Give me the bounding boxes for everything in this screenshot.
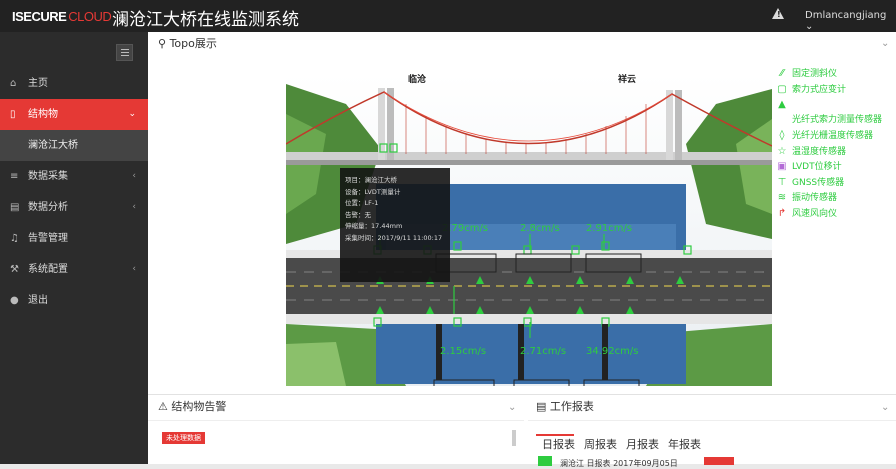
sidebar-item-alarm-management[interactable]: ♫ 告警管理: [0, 223, 148, 254]
sidebar-item-label: 结构物: [28, 109, 58, 120]
sidebar-item-label: 告警管理: [28, 233, 68, 244]
speed-reading: 2.71cm/s: [520, 346, 567, 357]
legend-item[interactable]: ☆ 温湿度传感器: [776, 144, 891, 160]
sidebar-item-home[interactable]: ⌂ 主页: [0, 68, 148, 99]
list-icon: ≡: [10, 171, 19, 182]
speed-reading: 2.8cm/s: [520, 223, 560, 234]
top-bar: ISECURE CLOUD 澜沧江大桥在线监测系统 ! Dmlancangjian…: [0, 0, 896, 32]
sidebar-item-data-analysis[interactable]: ▤ 数据分析 ‹: [0, 192, 148, 223]
chevron-left-icon: ‹: [132, 264, 136, 274]
tab-daily-report[interactable]: 日报表: [542, 436, 575, 452]
chevron-down-icon[interactable]: ⌄: [881, 402, 889, 413]
alarm-panel-divider: [148, 420, 524, 421]
tab-monthly-report[interactable]: 月报表: [626, 436, 659, 452]
file-icon: ▯: [10, 109, 16, 120]
legend-item[interactable]: ▣ LVDT位移计: [776, 159, 891, 175]
app-title: 澜沧江大桥在线监测系统: [112, 10, 299, 30]
tab-yearly-report[interactable]: 年报表: [668, 436, 701, 452]
legend-item[interactable]: ▢ 索力式应变计: [776, 82, 891, 98]
legend-item[interactable]: ≋ 振动传感器: [776, 190, 891, 206]
alarm-scrollbar[interactable]: [512, 430, 516, 446]
sidebar-subitem-lancangjiang-bridge[interactable]: 澜沧江大桥: [0, 130, 148, 161]
logo: ISECURE CLOUD: [12, 9, 112, 24]
topo-panel-title: Topo展示: [169, 37, 217, 50]
user-menu[interactable]: Dmlancangjiang ⌄: [805, 10, 896, 32]
report-panel-divider: [528, 420, 896, 421]
sidebar-item-label: 数据分析: [28, 202, 68, 213]
bridge-topo-view[interactable]: 临沧 祥云 2.79cm/s 2.8cm/s 2.91cm/s 2.15cm/s…: [286, 74, 772, 386]
chevron-left-icon: ‹: [132, 202, 136, 212]
sidebar-item-logout[interactable]: ● 退出: [0, 285, 148, 316]
home-icon: ⌂: [10, 78, 17, 89]
triangle-icon: ▲: [778, 99, 786, 110]
speed-reading: 2.15cm/s: [440, 346, 487, 357]
tooltip-line: 项目：澜沧江大桥: [345, 176, 397, 184]
tooltip-line: 设备：LVDT测量计: [345, 187, 401, 196]
report-panel-header: ▤ 工作报表: [536, 396, 594, 418]
sidebar-item-label: 系统配置: [28, 264, 68, 275]
speed-reading: 2.91cm/s: [586, 223, 633, 234]
legend-item[interactable]: 光纤式索力测量传感器: [776, 113, 891, 129]
chevron-down-icon[interactable]: ⌄: [881, 38, 889, 49]
pin-icon: ⚲: [158, 37, 167, 50]
report-row-icon: [538, 456, 552, 466]
wrench-icon: ⚒: [10, 264, 19, 275]
anemometer-icon: ↱: [777, 207, 787, 219]
strain-gauge-icon: ▢: [777, 83, 787, 95]
main-content: ⚲ Topo展示 ⌄ 临沧 祥云 2.79cm/s 2.8cm/s 2.91cm…: [148, 32, 896, 468]
alarm-panel-title: 结构物告警: [171, 400, 227, 413]
alarm-panel-header: ⚠ 结构物告警: [158, 396, 226, 418]
legend-item[interactable]: ⁄⁄ 固定测斜仪: [776, 66, 891, 82]
humidity-sensor-icon: ☆: [777, 145, 787, 157]
bell-icon: ♫: [10, 233, 19, 244]
warning-icon: ⚠: [158, 400, 168, 413]
sensor-tooltip: 项目：澜沧江大桥 设备：LVDT测量计 位置：LF-1 告警：无 伸缩量：17.…: [340, 168, 450, 282]
gnss-icon: ⊤: [777, 176, 787, 188]
chevron-down-icon: ⌄: [128, 109, 136, 119]
legend-item[interactable]: ⊤ GNSS传感器: [776, 175, 891, 191]
tooltip-line: 采集时间：2017/9/11 11:00:17: [345, 233, 443, 242]
sidebar-item-system-config[interactable]: ⚒ 系统配置 ‹: [0, 254, 148, 285]
sidebar-item-label: 主页: [28, 78, 48, 89]
chevron-down-icon: ⌄: [805, 21, 814, 32]
tooltip-line: 位置：LF-1: [345, 199, 379, 207]
inclinometer-icon: ⁄⁄: [780, 68, 784, 79]
sidebar-item-label: 数据采集: [28, 171, 68, 182]
sensor-legend: ⁄⁄ 固定测斜仪 ▢ 索力式应变计 ▲ 光纤式索力测量传感器 ◊ 光纤光栅温度传感器 …: [776, 66, 891, 221]
speed-reading: 34.92cm/s: [586, 346, 639, 357]
sidebar-item-label: 退出: [28, 295, 48, 306]
logo-text-b: CLOUD: [68, 9, 112, 24]
sidebar-nav: ⌂ 主页 ▯ 结构物 ⌄ 澜沧江大桥 ≡ 数据采集 ‹ ▤ 数据分析 ‹ ♫ 告…: [0, 68, 148, 316]
hamburger-menu-icon[interactable]: [116, 44, 133, 61]
topo-panel-header: ⚲ Topo展示: [158, 33, 217, 55]
report-tabs: 日报表 周报表 月报表 年报表: [536, 434, 896, 454]
panel-divider: [148, 394, 896, 395]
location-label-right: 祥云: [618, 75, 637, 85]
sidebar: ⌂ 主页 ▯ 结构物 ⌄ 澜沧江大桥 ≡ 数据采集 ‹ ▤ 数据分析 ‹ ♫ 告…: [0, 32, 148, 464]
temperature-sensor-icon: ◊: [779, 130, 785, 141]
tab-weekly-report[interactable]: 周报表: [584, 436, 617, 452]
vibration-sensor-icon: ≋: [777, 192, 787, 203]
sidebar-item-structures[interactable]: ▯ 结构物 ⌄: [0, 99, 148, 130]
chevron-left-icon: ‹: [132, 171, 136, 181]
chevron-down-icon[interactable]: ⌄: [508, 402, 516, 413]
legend-item[interactable]: ↱ 风速风向仪: [776, 206, 891, 222]
sidebar-item-label: 澜沧江大桥: [28, 140, 78, 151]
tooltip-line: 伸缩量：17.44mm: [345, 222, 403, 230]
report-panel-title: 工作报表: [549, 400, 594, 413]
user-icon: ●: [10, 295, 19, 306]
warning-icon[interactable]: !: [772, 8, 784, 19]
legend-item[interactable]: ◊ 光纤光栅温度传感器: [776, 128, 891, 144]
chart-icon: ▤: [10, 202, 20, 213]
user-name: Dmlancangjiang: [805, 10, 887, 21]
unprocessed-alarm-badge[interactable]: 未处理数据: [162, 432, 205, 444]
lvdt-icon: ▣: [777, 161, 787, 172]
logo-text-a: ISECURE: [12, 9, 67, 24]
legend-item[interactable]: ▲: [776, 97, 891, 113]
tooltip-line: 告警：无: [345, 210, 371, 219]
report-icon: ▤: [536, 400, 547, 413]
location-label-left: 临沧: [408, 75, 427, 85]
sidebar-item-data-collection[interactable]: ≡ 数据采集 ‹: [0, 161, 148, 192]
